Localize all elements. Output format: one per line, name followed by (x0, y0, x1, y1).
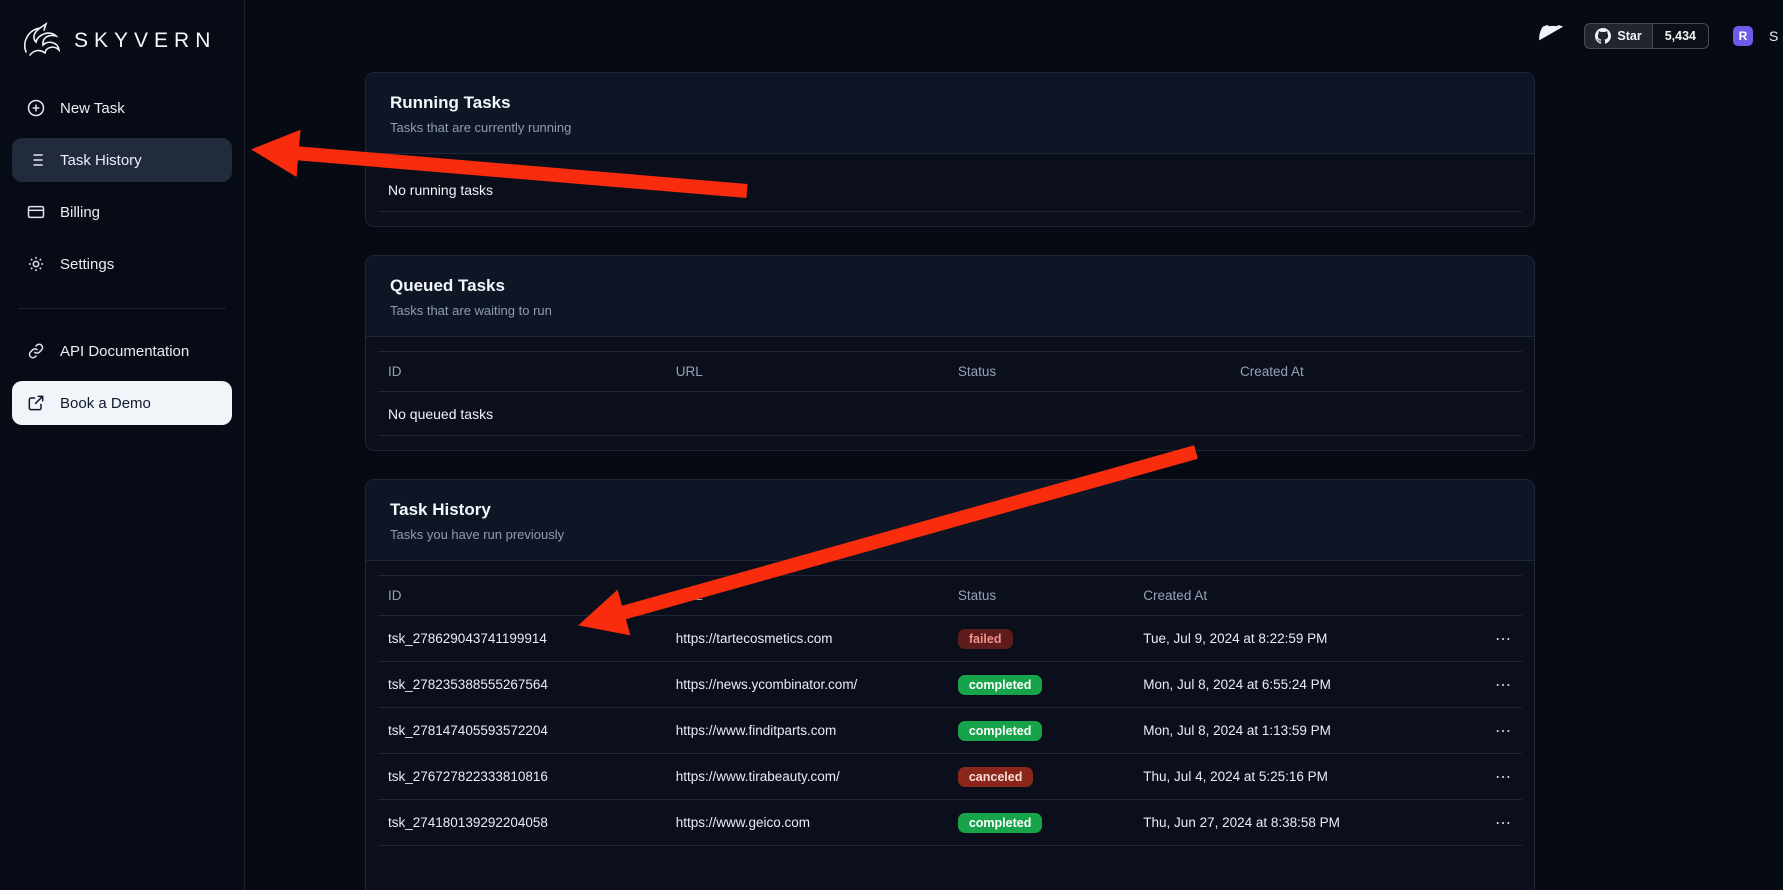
list-icon (26, 150, 46, 170)
topbar: Star 5,434 R S (245, 16, 1783, 56)
table-row[interactable]: tsk_278147405593572204 https://www.findi… (378, 708, 1522, 754)
task-history-table: ID URL Status Created At tsk_27862904374… (378, 575, 1522, 846)
sidebar-item-label: Billing (60, 204, 100, 221)
table-row[interactable]: tsk_278629043741199914 https://tartecosm… (378, 616, 1522, 662)
sidebar: SKYVERN New Task Task History Billing Se… (0, 0, 245, 890)
user-name-clipped: S (1769, 28, 1783, 44)
card-subtitle: Tasks that are currently running (390, 120, 1510, 135)
card-title: Task History (390, 500, 1510, 520)
sidebar-item-new-task[interactable]: New Task (12, 86, 232, 130)
table-row[interactable]: tsk_274180139292204058 https://www.geico… (378, 800, 1522, 846)
cell-task-id: tsk_278147405593572204 (388, 723, 676, 738)
queued-tasks-table: ID URL Status Created At No queued tasks (378, 351, 1522, 436)
github-star-count[interactable]: 5,434 (1653, 23, 1709, 49)
status-badge: canceled (958, 767, 1034, 787)
sidebar-divider (18, 308, 226, 309)
table-header-row: ID URL Status Created At (378, 576, 1522, 616)
cell-task-id: tsk_276727822333810816 (388, 769, 676, 784)
running-tasks-card: Running Tasks Tasks that are currently r… (365, 72, 1535, 227)
status-badge: failed (958, 629, 1013, 649)
queued-tasks-card: Queued Tasks Tasks that are waiting to r… (365, 255, 1535, 451)
sidebar-item-label: API Documentation (60, 343, 189, 360)
sidebar-item-label: Task History (60, 152, 142, 169)
column-header-url: URL (676, 364, 958, 379)
cell-created-at: Thu, Jun 27, 2024 at 8:38:58 PM (1143, 815, 1467, 830)
queued-tasks-header: Queued Tasks Tasks that are waiting to r… (366, 256, 1534, 337)
column-header-status: Status (958, 588, 1143, 603)
cell-url: https://www.tirabeauty.com/ (676, 769, 958, 784)
plus-circle-icon (26, 98, 46, 118)
card-title: Running Tasks (390, 93, 1510, 113)
cell-url: https://tartecosmetics.com (676, 631, 958, 646)
sidebar-item-billing[interactable]: Billing (12, 190, 232, 234)
sidebar-item-label: Settings (60, 256, 114, 273)
status-badge: completed (958, 675, 1043, 695)
cell-task-id: tsk_278629043741199914 (388, 631, 676, 646)
running-tasks-empty: No running tasks (378, 168, 1522, 212)
column-header-created-at: Created At (1240, 364, 1512, 379)
sidebar-item-settings[interactable]: Settings (12, 242, 232, 286)
card-subtitle: Tasks that are waiting to run (390, 303, 1510, 318)
cell-created-at: Tue, Jul 9, 2024 at 8:22:59 PM (1143, 631, 1467, 646)
cell-url: https://www.finditparts.com (676, 723, 958, 738)
row-actions-button[interactable]: ⋯ (1467, 767, 1512, 787)
link-icon (26, 341, 46, 361)
card-title: Queued Tasks (390, 276, 1510, 296)
github-star-widget[interactable]: Star 5,434 (1584, 23, 1709, 49)
github-star-label: Star (1617, 29, 1641, 43)
skyvern-dragon-icon (20, 22, 64, 60)
cell-task-id: tsk_274180139292204058 (388, 815, 676, 830)
main-content: Running Tasks Tasks that are currently r… (365, 72, 1535, 890)
sidebar-item-label: New Task (60, 100, 125, 117)
cell-created-at: Mon, Jul 8, 2024 at 6:55:24 PM (1143, 677, 1467, 692)
queued-tasks-content: ID URL Status Created At No queued tasks (366, 337, 1534, 450)
queued-tasks-empty: No queued tasks (378, 392, 1522, 436)
running-tasks-header: Running Tasks Tasks that are currently r… (366, 73, 1534, 154)
sidebar-item-api-documentation[interactable]: API Documentation (12, 329, 232, 373)
table-row[interactable]: tsk_278235388555267564 https://news.ycom… (378, 662, 1522, 708)
user-avatar[interactable]: R (1733, 26, 1753, 46)
gear-icon (26, 254, 46, 274)
column-header-status: Status (958, 364, 1240, 379)
row-actions-button[interactable]: ⋯ (1467, 721, 1512, 741)
task-history-content: ID URL Status Created At tsk_27862904374… (366, 561, 1534, 860)
table-row[interactable]: tsk_276727822333810816 https://www.tirab… (378, 754, 1522, 800)
table-header-row: ID URL Status Created At (378, 352, 1522, 392)
column-header-id: ID (388, 588, 676, 603)
column-header-id: ID (388, 364, 676, 379)
sidebar-item-book-a-demo[interactable]: Book a Demo (12, 381, 232, 425)
cell-created-at: Mon, Jul 8, 2024 at 1:13:59 PM (1143, 723, 1467, 738)
cell-url: https://news.ycombinator.com/ (676, 677, 958, 692)
discord-icon[interactable] (1538, 24, 1568, 48)
cell-created-at: Thu, Jul 4, 2024 at 5:25:16 PM (1143, 769, 1467, 784)
row-actions-button[interactable]: ⋯ (1467, 629, 1512, 649)
github-icon (1595, 28, 1611, 44)
github-star-button[interactable]: Star (1584, 23, 1652, 49)
skyvern-logo[interactable]: SKYVERN (12, 18, 232, 86)
cell-url: https://www.geico.com (676, 815, 958, 830)
column-header-url: URL (676, 588, 958, 603)
cell-task-id: tsk_278235388555267564 (388, 677, 676, 692)
row-actions-button[interactable]: ⋯ (1467, 675, 1512, 695)
brand-name: SKYVERN (74, 29, 216, 53)
row-actions-button[interactable]: ⋯ (1467, 813, 1512, 833)
task-history-header: Task History Tasks you have run previous… (366, 480, 1534, 561)
task-history-card: Task History Tasks you have run previous… (365, 479, 1535, 890)
status-badge: completed (958, 813, 1043, 833)
status-badge: completed (958, 721, 1043, 741)
card-subtitle: Tasks you have run previously (390, 527, 1510, 542)
running-tasks-content: No running tasks (366, 154, 1534, 226)
sidebar-item-label: Book a Demo (60, 395, 151, 412)
credit-card-icon (26, 202, 46, 222)
external-link-icon (26, 393, 46, 413)
column-header-created-at: Created At (1143, 588, 1467, 603)
sidebar-item-task-history[interactable]: Task History (12, 138, 232, 182)
history-table-body: tsk_278629043741199914 https://tartecosm… (378, 616, 1522, 846)
